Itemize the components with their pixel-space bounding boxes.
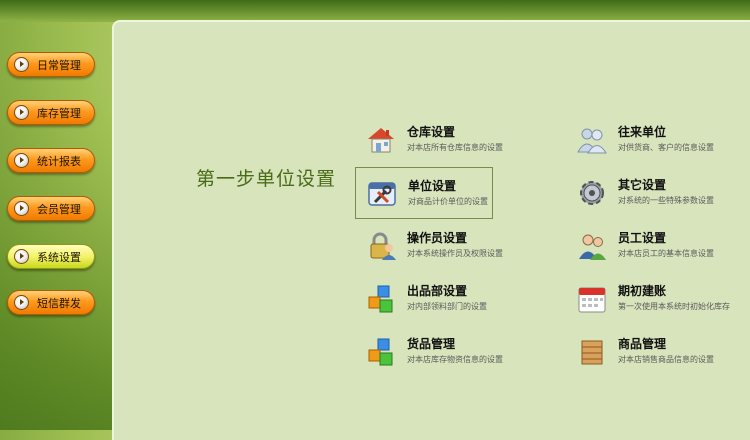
nav-label: 日常管理 xyxy=(37,58,81,72)
item-desc: 对本店所有仓库信息的设置 xyxy=(407,143,503,152)
department-settings-item[interactable]: 出品部设置 对内部领料部门的设置 xyxy=(365,283,565,323)
nav-daily-management[interactable]: 日常管理 xyxy=(7,52,95,77)
item-desc: 对本系统操作员及权限设置 xyxy=(407,249,503,258)
main-panel: 第一步单位设置 仓库设置 对本店所有仓库信息的设置 单位设置 对商品计价单位的设… xyxy=(112,20,750,440)
warehouse-settings-item[interactable]: 仓库设置 对本店所有仓库信息的设置 xyxy=(365,124,565,164)
staff-settings-item[interactable]: 员工设置 对本店员工的基本信息设置 xyxy=(576,230,750,270)
staff-icon xyxy=(579,234,606,260)
item-title: 货品管理 xyxy=(407,337,456,351)
nav-label: 统计报表 xyxy=(37,154,81,168)
item-title: 其它设置 xyxy=(618,178,667,192)
item-title: 仓库设置 xyxy=(407,125,456,139)
nav-label: 短信群发 xyxy=(37,296,81,310)
play-icon xyxy=(14,153,29,168)
item-title: 出品部设置 xyxy=(407,284,468,298)
item-desc: 对本店员工的基本信息设置 xyxy=(618,249,714,258)
sidebar: 日常管理 库存管理 统计报表 会员管理 系统设置 短信群发 xyxy=(0,22,112,430)
calendar-icon xyxy=(578,287,606,313)
partner-units-item[interactable]: 往来单位 对供货商、客户的信息设置 xyxy=(576,124,750,164)
item-title: 往来单位 xyxy=(618,125,667,139)
step-title: 第一步单位设置 xyxy=(196,168,337,190)
item-desc: 对系统的一些特殊参数设置 xyxy=(618,196,714,205)
play-icon xyxy=(14,105,29,120)
opening-account-item[interactable]: 期初建账 第一次使用本系统时初始化库存 xyxy=(576,283,750,323)
gear-icon xyxy=(580,181,604,205)
goods-management-item[interactable]: 货品管理 对本店库存物资信息的设置 xyxy=(365,336,565,376)
item-desc: 第一次使用本系统时初始化库存 xyxy=(618,302,730,311)
nav-member-management[interactable]: 会员管理 xyxy=(7,196,95,221)
tools-icon xyxy=(368,182,396,206)
nav-label: 系统设置 xyxy=(37,250,81,264)
nav-inventory-management[interactable]: 库存管理 xyxy=(7,100,95,125)
item-desc: 对本店销售商品信息的设置 xyxy=(618,355,714,364)
item-title: 操作员设置 xyxy=(407,231,468,245)
lock-user-icon xyxy=(370,232,396,260)
item-desc: 对内部领料部门的设置 xyxy=(407,302,487,311)
operator-settings-item[interactable]: 操作员设置 对本系统操作员及权限设置 xyxy=(365,230,565,270)
cubes-icon xyxy=(368,338,393,366)
product-management-item[interactable]: 商品管理 对本店销售商品信息的设置 xyxy=(576,336,750,376)
nav-label: 库存管理 xyxy=(37,106,81,120)
play-icon xyxy=(14,295,29,310)
cubes-icon xyxy=(368,285,393,313)
people-icon xyxy=(577,128,607,154)
nav-label: 会员管理 xyxy=(37,202,81,216)
nav-sms-broadcast[interactable]: 短信群发 xyxy=(7,290,95,315)
unit-settings-item[interactable]: 单位设置 对商品计价单位的设置 xyxy=(355,167,493,219)
item-desc: 对本店库存物资信息的设置 xyxy=(407,355,503,364)
item-title: 单位设置 xyxy=(408,179,457,193)
item-title: 期初建账 xyxy=(618,284,667,298)
nav-statistics-report[interactable]: 统计报表 xyxy=(7,148,95,173)
nav-system-settings[interactable]: 系统设置 xyxy=(7,244,95,269)
other-settings-item[interactable]: 其它设置 对系统的一些特殊参数设置 xyxy=(576,177,750,217)
top-bar xyxy=(0,0,750,22)
play-icon xyxy=(14,249,29,264)
house-icon xyxy=(368,128,394,153)
item-title: 商品管理 xyxy=(618,337,667,351)
box-icon xyxy=(581,340,603,365)
play-icon xyxy=(14,57,29,72)
item-desc: 对商品计价单位的设置 xyxy=(408,197,488,206)
play-icon xyxy=(14,201,29,216)
item-desc: 对供货商、客户的信息设置 xyxy=(618,143,714,152)
item-title: 员工设置 xyxy=(618,231,667,245)
